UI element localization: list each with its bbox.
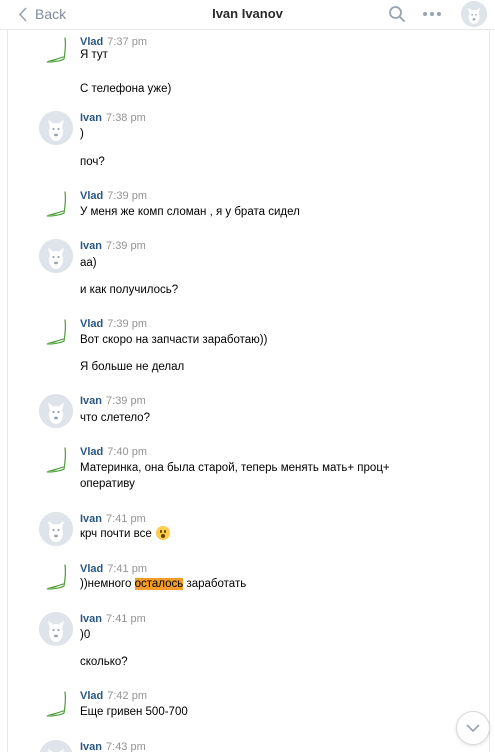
message-text: Материнка, она была старой, теперь менят… [80, 462, 390, 474]
message-time[interactable]: 7:39 pm [107, 318, 147, 330]
message-text: У меня же комп сломан , я у брата сидел [80, 206, 300, 218]
message-time[interactable]: 7:40 pm [107, 446, 147, 458]
message-text: крч почти все [80, 526, 170, 542]
author-name[interactable]: Ivan [80, 112, 102, 124]
message-text-part: заработать [186, 578, 247, 590]
message-text-part: крч почти все [80, 528, 152, 540]
message-text: С телефона уже) [80, 83, 172, 95]
message-text: аа) [80, 257, 97, 269]
message-time[interactable]: 7:37 pm [107, 36, 147, 48]
avatar[interactable] [43, 35, 73, 65]
avatar[interactable] [39, 394, 73, 428]
author-name[interactable]: Ivan [80, 395, 102, 407]
author-name[interactable]: Ivan [80, 613, 102, 625]
message-time[interactable]: 7:41 pm [106, 613, 146, 625]
message-time[interactable]: 7:43 pm [106, 741, 146, 752]
message-time[interactable]: 7:38 pm [106, 112, 146, 124]
message-text: и как получилось? [80, 284, 179, 296]
message-time[interactable]: 7:39 pm [107, 190, 147, 202]
author-name[interactable]: Vlad [80, 190, 103, 202]
avatar[interactable] [39, 111, 73, 145]
search-icon[interactable] [388, 5, 406, 23]
message-text: )0 [80, 629, 91, 641]
search-highlight: осталось [134, 578, 184, 590]
message-text: поч? [80, 156, 105, 168]
chevron-down-icon [466, 723, 480, 732]
message-text: Я тут [80, 49, 108, 61]
author-name[interactable]: Vlad [80, 446, 103, 458]
chat-avatar[interactable] [461, 1, 487, 27]
message-text: ))немного осталось заработать [80, 577, 246, 592]
avatar[interactable] [39, 612, 73, 646]
avatar[interactable] [43, 689, 73, 719]
avatar[interactable] [43, 562, 73, 592]
message-text: Я больше не делал [80, 361, 185, 373]
author-name[interactable]: Vlad [80, 318, 103, 330]
avatar[interactable] [39, 239, 73, 273]
message-text: сколько? [80, 656, 128, 668]
message-time[interactable]: 7:41 pm [107, 563, 147, 575]
message-feed[interactable]: Vlad 7:37 pm Я тут С телефона уже) Ivan 7:… [7, 29, 490, 752]
author-name[interactable]: Ivan [80, 513, 102, 525]
author-name[interactable]: Ivan [80, 741, 102, 752]
chat-header: Back Ivan Ivanov [0, 0, 495, 30]
author-name[interactable]: Vlad [80, 690, 103, 702]
avatar[interactable] [39, 512, 73, 546]
author-name[interactable]: Vlad [80, 563, 103, 575]
message-text: оперативу [80, 478, 135, 490]
message-time[interactable]: 7:39 pm [106, 395, 146, 407]
chat-title: Ivan Ivanov [212, 6, 283, 21]
astonished-face-icon [155, 526, 170, 540]
avatar[interactable] [43, 317, 73, 347]
message-text: что слетело? [80, 412, 150, 424]
message-text-part: ))немного [80, 578, 132, 590]
avatar[interactable] [43, 189, 73, 219]
more-dots-icon[interactable] [422, 11, 442, 17]
message-text: ) [80, 128, 84, 140]
author-name[interactable]: Ivan [80, 240, 102, 252]
message-time[interactable]: 7:39 pm [106, 240, 146, 252]
message-time[interactable]: 7:41 pm [106, 513, 146, 525]
avatar[interactable] [39, 740, 73, 752]
scroll-down-button[interactable] [456, 711, 490, 745]
message-text: Еще гривен 500-700 [80, 706, 188, 718]
avatar[interactable] [43, 445, 73, 475]
author-name[interactable]: Vlad [80, 36, 103, 48]
message-text: Вот скоро на запчасти заработаю)) [80, 334, 268, 346]
message-time[interactable]: 7:42 pm [107, 690, 147, 702]
